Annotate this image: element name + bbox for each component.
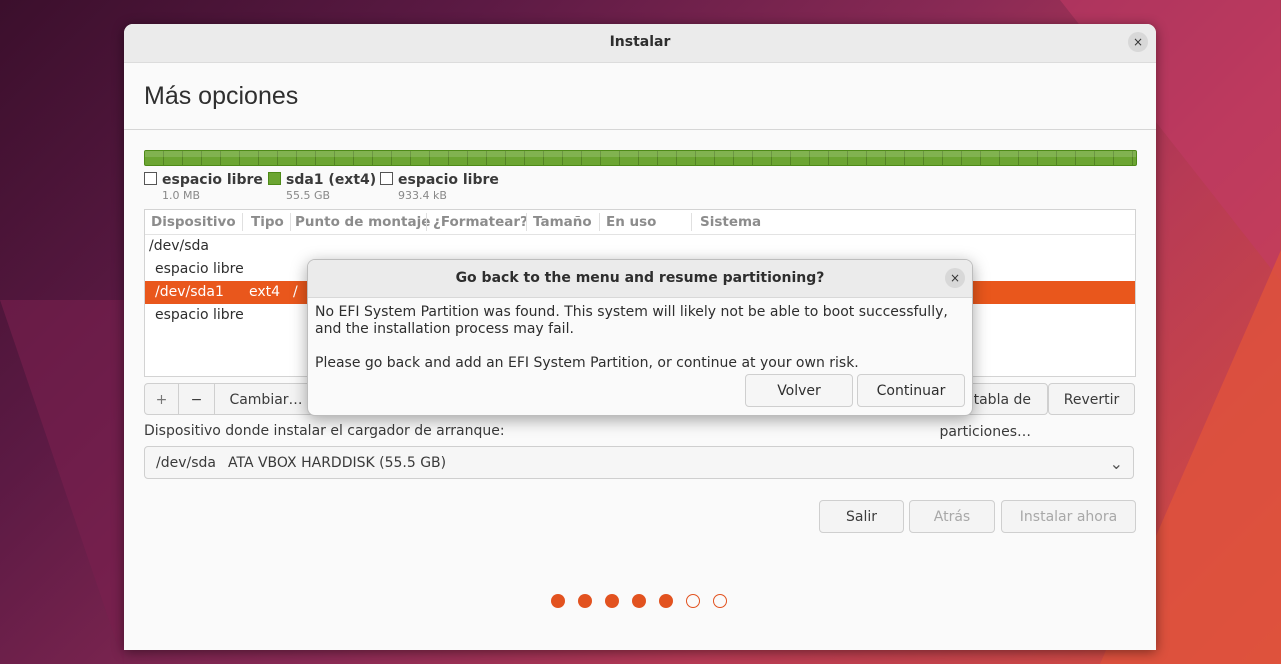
legend-item-free-2: espacio libre 933.4 kB [380,172,499,202]
column-divider [242,213,243,231]
legend-swatch [144,172,157,185]
cell-type: ext4 [249,284,281,300]
back-button[interactable]: Atrás [909,500,995,533]
column-header-size[interactable]: Tamaño [533,214,592,230]
progress-dot-filled [632,594,646,608]
close-icon[interactable]: × [1128,32,1148,52]
legend-size: 933.4 kB [398,189,447,202]
column-header-format[interactable]: ¿Formatear? [433,214,528,230]
bootloader-device-select[interactable]: /dev/sda ATA VBOX HARDDISK (55.5 GB) ⌄ [144,446,1134,479]
cell-device: espacio libre [155,261,244,277]
column-divider [691,213,692,231]
column-header-type[interactable]: Tipo [251,214,284,230]
partition-bar [144,150,1137,166]
add-partition-button[interactable]: + [144,383,179,415]
column-header-used[interactable]: En uso [606,214,656,230]
dialog-titlebar: Go back to the menu and resume partition… [308,260,972,298]
cell-mount: / [293,284,298,300]
column-divider [426,213,427,231]
bootloader-device: /dev/sda [156,455,216,471]
legend-name: espacio libre [162,172,263,188]
change-partition-button[interactable]: Cambiar… [214,383,318,415]
column-divider [290,213,291,231]
legend-item-sda1: sda1 (ext4) 55.5 GB [268,172,376,202]
progress-dot-filled [551,594,565,608]
legend-swatch [380,172,393,185]
legend-item-free-1: espacio libre 1.0 MB [144,172,263,202]
quit-button[interactable]: Salir [819,500,904,533]
progress-dot-filled [605,594,619,608]
window-titlebar: Instalar × [124,24,1156,63]
dialog-message: No EFI System Partition was found. This … [315,304,948,337]
cell-device: espacio libre [155,307,244,323]
legend-size: 55.5 GB [286,189,331,202]
column-header-device[interactable]: Dispositivo [151,214,236,230]
wallpaper-shape [0,300,124,664]
bootloader-device-name: ATA VBOX HARDDISK (55.5 GB) [228,455,447,471]
window-title: Instalar [609,34,671,50]
revert-button[interactable]: Revertir [1048,383,1135,415]
legend-name: sda1 (ext4) [286,172,377,188]
legend-size: 1.0 MB [162,189,201,202]
legend-swatch [268,172,281,185]
progress-dot-empty [713,594,727,608]
table-header: Dispositivo Tipo Punto de montaje ¿Forma… [145,210,1135,235]
bootloader-label: Dispositivo donde instalar el cargador d… [144,423,505,439]
dialog-message-secondary: Please go back and add an EFI System Par… [315,355,859,371]
continuar-button[interactable]: Continuar [857,374,965,407]
progress-dot-empty [686,594,700,608]
legend-name: espacio libre [398,172,499,188]
dialog-title: Go back to the menu and resume partition… [455,270,825,286]
chevron-down-icon: ⌄ [1109,454,1123,473]
volver-button[interactable]: Volver [745,374,853,407]
column-divider [526,213,527,231]
cell-device: /dev/sda1 [155,284,224,300]
cell-device: /dev/sda [149,238,209,254]
table-row[interactable]: /dev/sda [145,235,1135,258]
column-header-mount[interactable]: Punto de montaje [295,214,430,230]
close-icon[interactable]: × [945,268,965,288]
progress-dot-filled [659,594,673,608]
column-divider [599,213,600,231]
divider [124,129,1156,130]
install-now-button[interactable]: Instalar ahora [1001,500,1136,533]
column-header-system[interactable]: Sistema [700,214,761,230]
efi-warning-dialog: Go back to the menu and resume partition… [307,259,973,416]
page-title: Más opciones [144,82,299,110]
remove-partition-button[interactable]: − [178,383,215,415]
progress-dot-filled [578,594,592,608]
